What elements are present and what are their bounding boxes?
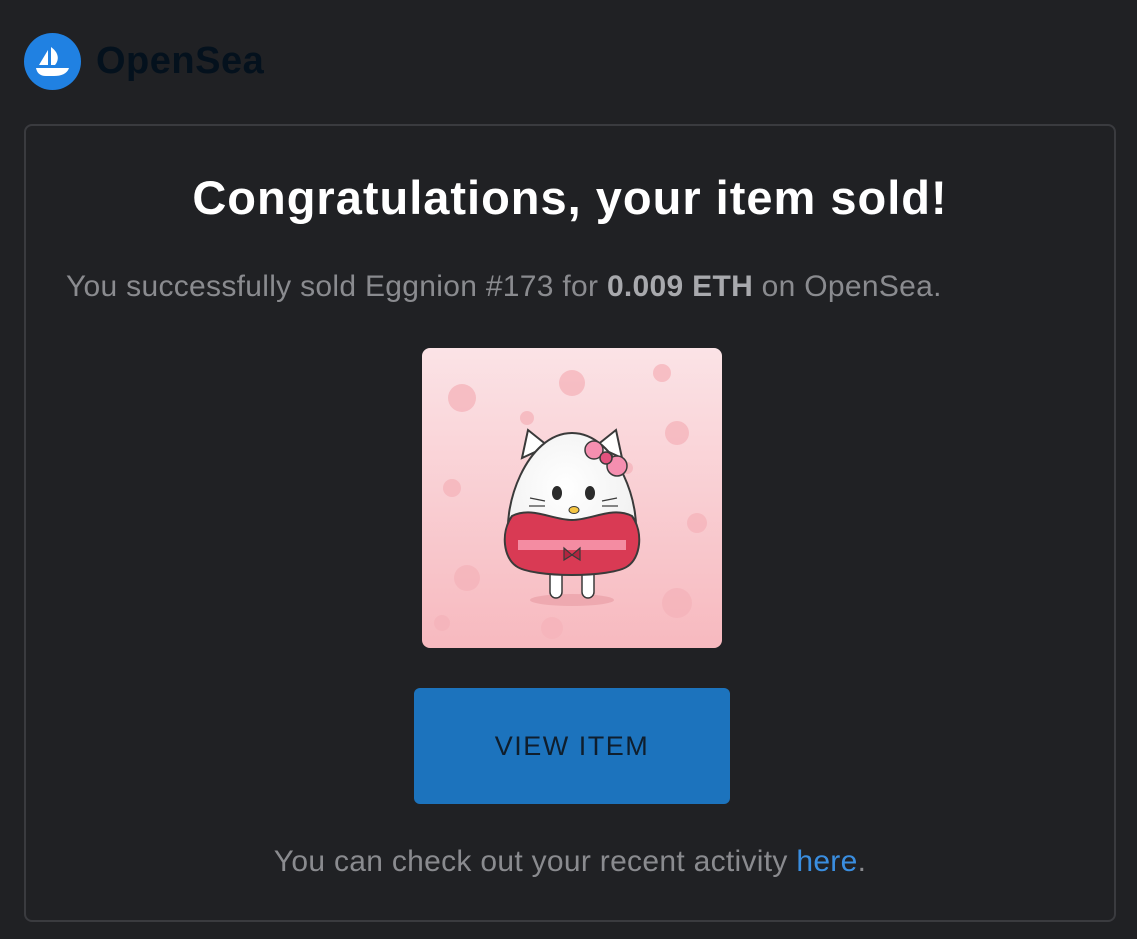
recent-activity-prefix: You can check out your recent activity [273,845,797,878]
recent-activity-link[interactable]: here [796,845,857,878]
email-card: Congratulations, your item sold! You suc… [24,124,1116,922]
recent-activity-suffix: . [857,845,867,878]
sale-summary: You successfully sold Eggnion #173 for 0… [66,270,942,304]
headline: Congratulations, your item sold! [192,171,948,224]
view-item-button[interactable]: VIEW ITEM [414,688,730,804]
recent-activity-note: You can check out your recent activity h… [26,845,1114,879]
email-page: OpenSea Congratulations, your item sold!… [0,0,1137,939]
sale-summary-suffix: on OpenSea. [753,270,942,303]
sale-summary-prefix: You successfully sold Eggnion #173 for [66,270,607,303]
brand-header: OpenSea [24,33,264,90]
nft-image[interactable] [422,348,722,648]
brand-name: OpenSea [96,40,265,82]
opensea-logo-icon [24,33,81,90]
sale-price: 0.009 ETH [606,270,754,303]
